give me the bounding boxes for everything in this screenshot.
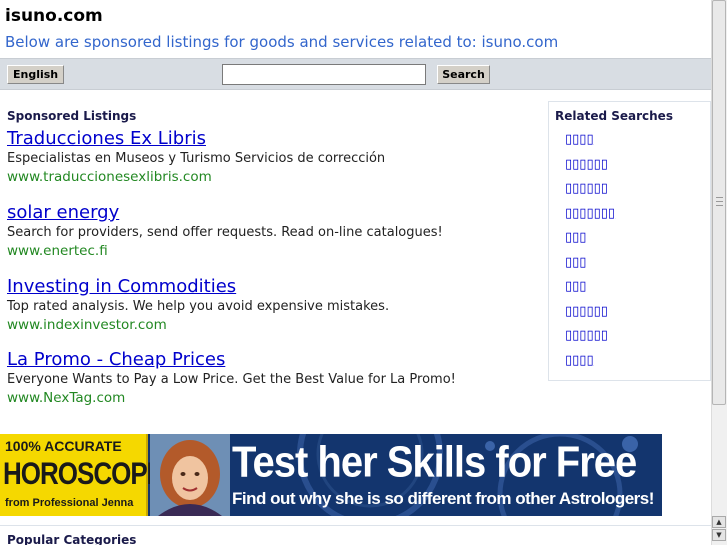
related-search-link[interactable]: ▯▯▯▯▯▯▯: [565, 206, 615, 231]
related-search-link[interactable]: ▯▯▯▯: [565, 132, 615, 157]
search-button[interactable]: Search: [437, 65, 490, 84]
banner-horoscope-text: HOROSCOPE: [3, 455, 164, 491]
site-title: isuno.com: [5, 6, 103, 26]
scroll-down-arrow-icon[interactable]: ▼: [712, 529, 726, 541]
related-search-link[interactable]: ▯▯▯▯: [565, 353, 615, 378]
listing-description: Search for providers, send offer request…: [7, 225, 443, 240]
related-search-link[interactable]: ▯▯▯: [565, 279, 615, 304]
search-input[interactable]: [222, 64, 426, 85]
listing-item: solar energy Search for providers, send …: [7, 202, 537, 260]
sponsored-listings-heading: Sponsored Listings: [7, 109, 137, 123]
scrollbar-thumb[interactable]: [712, 0, 726, 405]
banner-horoscope-panel: 100% ACCURATE HOROSCOPE from Professiona…: [0, 434, 164, 516]
horoscope-banner-ad[interactable]: 100% ACCURATE HOROSCOPE from Professiona…: [0, 434, 662, 516]
listing-url-link[interactable]: www.traduccionesexlibris.com: [7, 168, 537, 186]
listing-description: Top rated analysis. We help you avoid ex…: [7, 299, 390, 314]
related-search-link[interactable]: ▯▯▯: [565, 255, 615, 280]
banner-accurate-text: 100% ACCURATE: [5, 438, 122, 454]
scrollbar-grip-icon: [716, 197, 723, 206]
search-toolbar: English Search: [0, 58, 711, 90]
listing-title-link[interactable]: solar energy: [7, 202, 537, 224]
related-search-link[interactable]: ▯▯▯: [565, 230, 615, 255]
listing-url-link[interactable]: www.enertec.fi: [7, 242, 537, 260]
related-searches-list: ▯▯▯▯ ▯▯▯▯▯▯ ▯▯▯▯▯▯ ▯▯▯▯▯▯▯ ▯▯▯ ▯▯▯ ▯▯▯ ▯…: [565, 132, 615, 377]
scroll-up-arrow-icon[interactable]: ▲: [712, 516, 726, 528]
listing-url-link[interactable]: www.indexinvestor.com: [7, 316, 537, 334]
popular-categories-heading: Popular Categories: [7, 533, 137, 545]
banner-headline: Test her Skills for Free: [232, 438, 637, 487]
page-subtitle: Below are sponsored listings for goods a…: [5, 33, 559, 51]
related-search-link[interactable]: ▯▯▯▯▯▯: [565, 328, 615, 353]
related-search-link[interactable]: ▯▯▯▯▯▯: [565, 181, 615, 206]
listing-title-link[interactable]: La Promo - Cheap Prices: [7, 349, 537, 371]
listing-title-link[interactable]: Traducciones Ex Libris: [7, 128, 537, 150]
related-search-link[interactable]: ▯▯▯▯▯▯: [565, 304, 615, 329]
banner-subline: Find out why she is so different from ot…: [232, 489, 654, 508]
listing-item: Investing in Commodities Top rated analy…: [7, 276, 537, 334]
listing-description: Everyone Wants to Pay a Low Price. Get t…: [7, 372, 456, 387]
listing-url-link[interactable]: www.NexTag.com: [7, 389, 537, 407]
banner-from-text: from Professional Jenna: [5, 497, 134, 509]
astrologer-photo: [150, 434, 230, 516]
related-searches-panel: Related Searches ▯▯▯▯ ▯▯▯▯▯▯ ▯▯▯▯▯▯ ▯▯▯▯…: [548, 101, 711, 381]
listing-description: Especialistas en Museos y Turismo Servic…: [7, 151, 386, 166]
listing-item: La Promo - Cheap Prices Everyone Wants t…: [7, 349, 537, 407]
listing-item: Traducciones Ex Libris Especialistas en …: [7, 128, 537, 186]
language-button[interactable]: English: [7, 65, 65, 84]
listing-title-link[interactable]: Investing in Commodities: [7, 276, 537, 298]
page-content: isuno.com Below are sponsored listings f…: [0, 0, 711, 545]
related-searches-heading: Related Searches: [555, 109, 673, 123]
popular-categories-section: Popular Categories: [0, 525, 711, 545]
related-search-link[interactable]: ▯▯▯▯▯▯: [565, 157, 615, 182]
